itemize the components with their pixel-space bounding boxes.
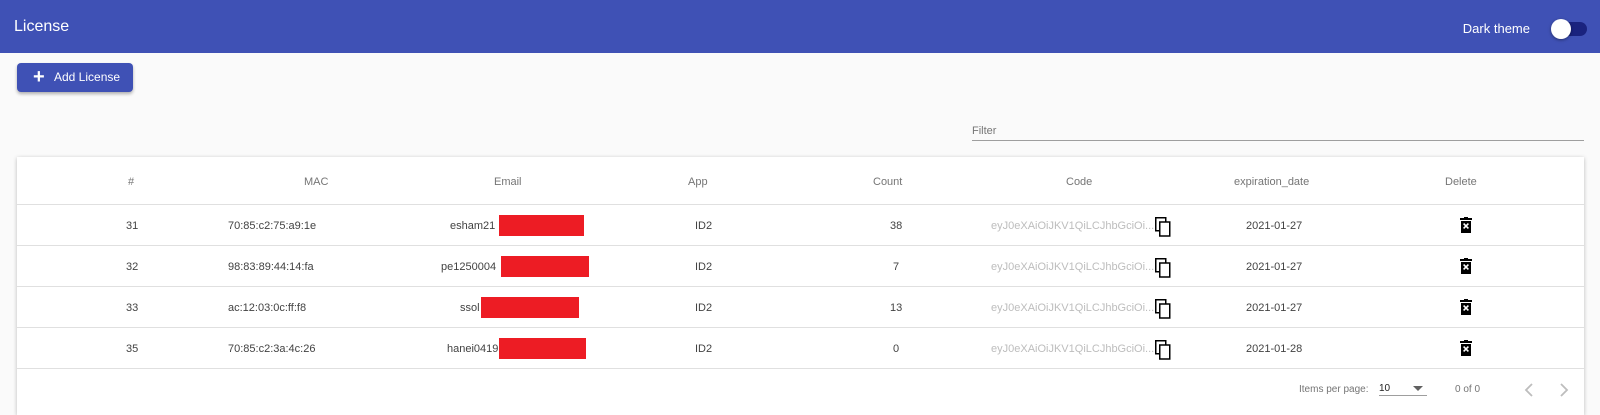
page-title: License (14, 18, 70, 35)
header-count[interactable]: Count (873, 175, 902, 189)
plus-icon: + (33, 66, 45, 88)
row-expiration: 2021-01-28 (1246, 343, 1303, 355)
row-app: ID2 (695, 343, 713, 355)
delete-icon[interactable] (1460, 340, 1472, 356)
row-id: 32 (126, 261, 139, 273)
row-id: 33 (126, 302, 139, 314)
delete-icon[interactable] (1460, 299, 1472, 315)
header-id[interactable]: # (128, 175, 134, 189)
row-email: pe1250004 (441, 261, 497, 273)
row-id: 31 (126, 220, 139, 232)
redaction-bar (499, 215, 584, 236)
items-per-page-label: Items per page: (1299, 384, 1369, 395)
table-row: 32 98:83:89:44:14:fa pe1250004 ID2 7 eyJ… (17, 246, 1584, 287)
page-range-label: 0 of 0 (1455, 384, 1481, 395)
chevron-right-icon[interactable] (1558, 382, 1570, 398)
dark-theme-label: Dark theme (1462, 21, 1530, 36)
header-email[interactable]: Email (494, 175, 522, 189)
copy-icon[interactable] (1155, 299, 1171, 319)
row-count: 13 (890, 302, 903, 314)
redaction-bar (499, 338, 586, 359)
row-expiration: 2021-01-27 (1246, 220, 1303, 232)
header-delete: Delete (1445, 176, 1477, 188)
table-header-row: # MAC Email App Count Code expiration_da… (17, 157, 1584, 205)
delete-icon[interactable] (1460, 217, 1472, 233)
redaction-bar (481, 297, 579, 318)
add-license-label: Add License (54, 70, 121, 84)
row-mac: 98:83:89:44:14:fa (228, 261, 314, 273)
copy-icon[interactable] (1155, 340, 1171, 360)
row-email: esham21 (450, 220, 496, 232)
table-row: 33 ac:12:03:0c:ff:f8 ssol ID2 13 eyJ0eXA… (17, 287, 1584, 328)
row-expiration: 2021-01-27 (1246, 261, 1303, 273)
delete-icon[interactable] (1460, 258, 1472, 274)
table-row: 31 70:85:c2:75:a9:1e esham21 ID2 38 eyJ0… (17, 205, 1584, 246)
row-count: 7 (893, 261, 900, 273)
row-code: eyJ0eXAiOiJKV1QiLCJhbGciOi... (991, 343, 1155, 355)
row-email: hanei0419 (447, 343, 499, 355)
row-app: ID2 (695, 220, 713, 232)
page-size-value: 10 (1379, 383, 1391, 394)
toggle-thumb[interactable] (1551, 19, 1571, 39)
row-expiration: 2021-01-27 (1246, 302, 1303, 314)
row-mac: ac:12:03:0c:ff:f8 (228, 302, 307, 314)
row-app: ID2 (695, 261, 713, 273)
dark-theme-toggle[interactable] (1551, 19, 1587, 39)
chevron-left-icon[interactable] (1523, 382, 1535, 398)
row-code: eyJ0eXAiOiJKV1QiLCJhbGciOi... (991, 261, 1155, 273)
row-count: 0 (893, 343, 900, 355)
row-count: 38 (890, 220, 903, 232)
license-table: # MAC Email App Count Code expiration_da… (17, 157, 1584, 415)
header-expiration-date[interactable]: expiration_date (1234, 175, 1309, 189)
row-code: eyJ0eXAiOiJKV1QiLCJhbGciOi... (991, 220, 1155, 232)
redaction-bar (501, 256, 589, 277)
filter-input[interactable]: Filter (972, 121, 1584, 141)
copy-icon[interactable] (1155, 217, 1171, 237)
page-size-select[interactable]: 10 (1379, 380, 1427, 396)
paginator: Items per page: 10 0 of 0 (17, 369, 1584, 415)
table-row: 35 70:85:c2:3a:4c:26 hanei0419 ID2 0 eyJ… (17, 328, 1584, 369)
copy-icon[interactable] (1155, 258, 1171, 278)
dropdown-caret-icon (1413, 386, 1423, 391)
add-license-button[interactable]: + Add License (17, 63, 133, 92)
header-code[interactable]: Code (1066, 175, 1092, 189)
row-app: ID2 (695, 302, 713, 314)
header-app[interactable]: App (688, 175, 708, 189)
header-mac[interactable]: MAC (304, 175, 328, 189)
row-email: ssol (460, 302, 480, 314)
row-code: eyJ0eXAiOiJKV1QiLCJhbGciOi... (991, 302, 1155, 314)
top-toolbar: License Dark theme (0, 0, 1600, 53)
row-mac: 70:85:c2:75:a9:1e (228, 220, 317, 232)
row-mac: 70:85:c2:3a:4c:26 (228, 343, 316, 355)
row-id: 35 (126, 343, 139, 355)
